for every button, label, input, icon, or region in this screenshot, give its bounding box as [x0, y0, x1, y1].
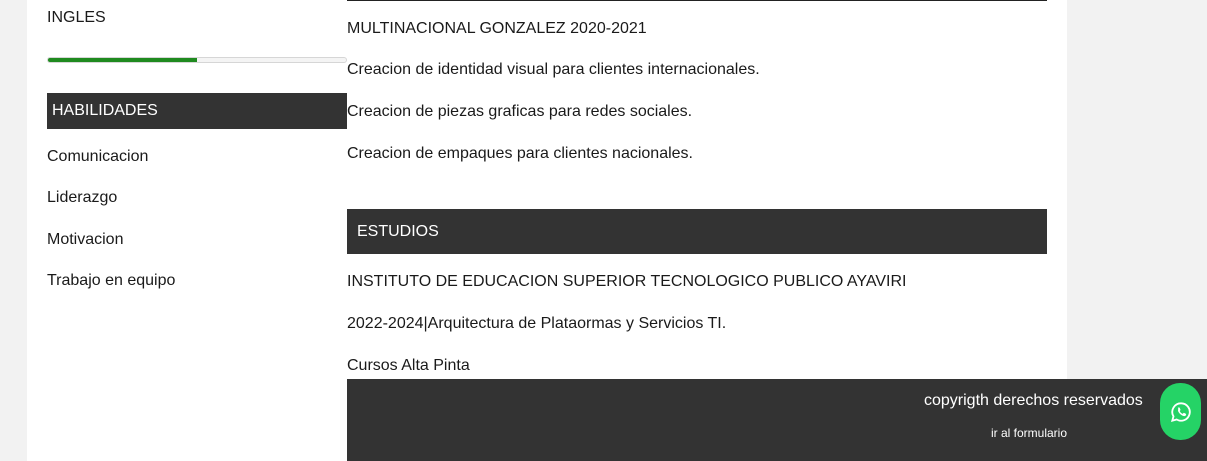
whatsapp-button[interactable] — [1160, 383, 1201, 440]
copyright-text: copyrigth derechos reservados — [924, 392, 1143, 409]
studies-institution: INSTITUTO DE EDUCACION SUPERIOR TECNOLOG… — [347, 273, 907, 290]
section-divider — [347, 0, 1047, 1]
experience-company: MULTINACIONAL GONZALEZ 2020-2021 — [347, 20, 647, 37]
form-link[interactable]: ir al formulario — [991, 426, 1067, 440]
studies-course: Cursos Alta Pinta — [347, 357, 470, 374]
experience-task: Creacion de piezas graficas para redes s… — [347, 103, 693, 120]
skill-item: Liderazgo — [47, 189, 118, 206]
whatsapp-icon — [1170, 401, 1191, 422]
skill-item: Comunicacion — [47, 148, 149, 165]
studies-header: ESTUDIOS — [347, 209, 1047, 254]
language-progress-fill — [48, 58, 197, 62]
experience-task: Creacion de empaques para clientes nacio… — [347, 145, 693, 162]
skill-item: Motivacion — [47, 231, 124, 248]
skill-item: Trabajo en equipo — [47, 272, 176, 289]
skills-header: HABILIDADES — [47, 93, 347, 129]
language-progress-bar — [47, 57, 347, 63]
footer: copyrigth derechos reservados ir al form… — [347, 379, 1207, 461]
language-label: INGLES — [47, 9, 106, 26]
studies-program: 2022-2024|Arquitectura de Plataormas y S… — [347, 315, 727, 332]
experience-task: Creacion de identidad visual para client… — [347, 61, 760, 78]
